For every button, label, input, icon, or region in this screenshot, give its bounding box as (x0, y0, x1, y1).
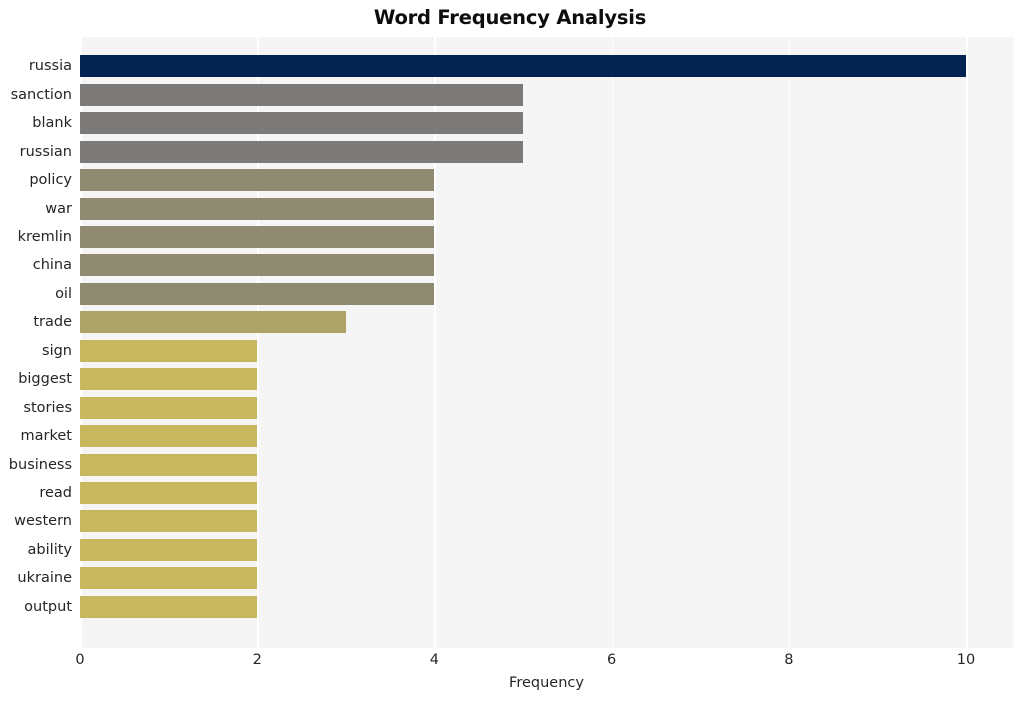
bar-row (80, 368, 1013, 391)
y-tick-label-trade: trade (33, 314, 72, 331)
chart-figure: Word Frequency Analysis russia sanction bl… (0, 0, 1020, 701)
y-tick-label-business: business (8, 456, 72, 473)
bar-row (80, 396, 1013, 419)
y-tick-label-market: market (20, 428, 72, 445)
bar-sanction (80, 83, 524, 106)
y-tick-label-biggest: biggest (18, 371, 72, 388)
y-tick-label-war: war (45, 200, 72, 217)
x-tick-label-0: 0 (75, 652, 85, 668)
x-tick-label-6: 6 (606, 652, 617, 668)
y-tick-label-ability: ability (27, 541, 72, 558)
bar-western (80, 510, 258, 533)
bar-business (80, 453, 258, 476)
x-tick-label-8: 8 (784, 652, 794, 668)
bar-row (80, 282, 1013, 305)
bar-oil (80, 282, 435, 305)
y-tick-label-sanction: sanction (10, 86, 72, 103)
y-tick-label-western: western (14, 513, 72, 530)
x-tick-label-10: 10 (956, 652, 976, 668)
bar-trade (80, 311, 346, 334)
bar-row (80, 538, 1013, 561)
bar-row (80, 55, 1013, 78)
bar-sign (80, 339, 258, 362)
bar-row (80, 197, 1013, 220)
bar-row (80, 453, 1013, 476)
y-tick-label-stories: stories (23, 399, 72, 416)
y-tick-label-sign: sign (42, 342, 72, 359)
bar-russia (80, 55, 967, 78)
bar-row (80, 481, 1013, 504)
bar-output (80, 595, 258, 618)
y-tick-label-output: output (24, 598, 72, 615)
x-axis-title: Frequency (509, 675, 584, 691)
y-tick-label-read: read (39, 484, 72, 501)
plot-area (80, 37, 1013, 648)
bar-biggest (80, 368, 258, 391)
bar-row (80, 112, 1013, 135)
y-tick-label-russian: russian (19, 143, 72, 160)
bar-ability (80, 538, 258, 561)
chart-title: Word Frequency Analysis (373, 6, 647, 29)
bar-war (80, 197, 435, 220)
bar-row (80, 339, 1013, 362)
bar-row (80, 595, 1013, 618)
y-tick-label-blank: blank (32, 115, 72, 132)
bar-row (80, 83, 1013, 106)
bar-row (80, 225, 1013, 248)
y-tick-label-ukraine: ukraine (17, 570, 72, 587)
bar-row (80, 254, 1013, 277)
bar-read (80, 481, 258, 504)
bar-russian (80, 140, 524, 163)
x-axis-tick-labels: 0 2 4 6 8 10 (75, 652, 1013, 674)
y-tick-label-kremlin: kremlin (17, 228, 72, 245)
bar-row (80, 311, 1013, 334)
bar-ukraine (80, 567, 258, 590)
bar-china (80, 254, 435, 277)
y-tick-label-china: china (32, 257, 72, 274)
bar-market (80, 425, 258, 448)
x-tick-label-4: 4 (429, 652, 440, 668)
y-tick-label-policy: policy (29, 172, 72, 189)
bar-row (80, 140, 1013, 163)
y-tick-label-russia: russia (28, 58, 72, 75)
bar-row (80, 169, 1013, 192)
bar-blank (80, 112, 524, 135)
bar-row (80, 425, 1013, 448)
x-tick-label-2: 2 (252, 652, 262, 668)
bar-stories (80, 396, 258, 419)
y-axis-tick-labels: russia sanction blank russian policy war kreml… (0, 37, 72, 648)
y-tick-label-oil: oil (55, 285, 72, 302)
bar-policy (80, 169, 435, 192)
bar-row (80, 510, 1013, 533)
bar-kremlin (80, 225, 435, 248)
bar-row (80, 567, 1013, 590)
